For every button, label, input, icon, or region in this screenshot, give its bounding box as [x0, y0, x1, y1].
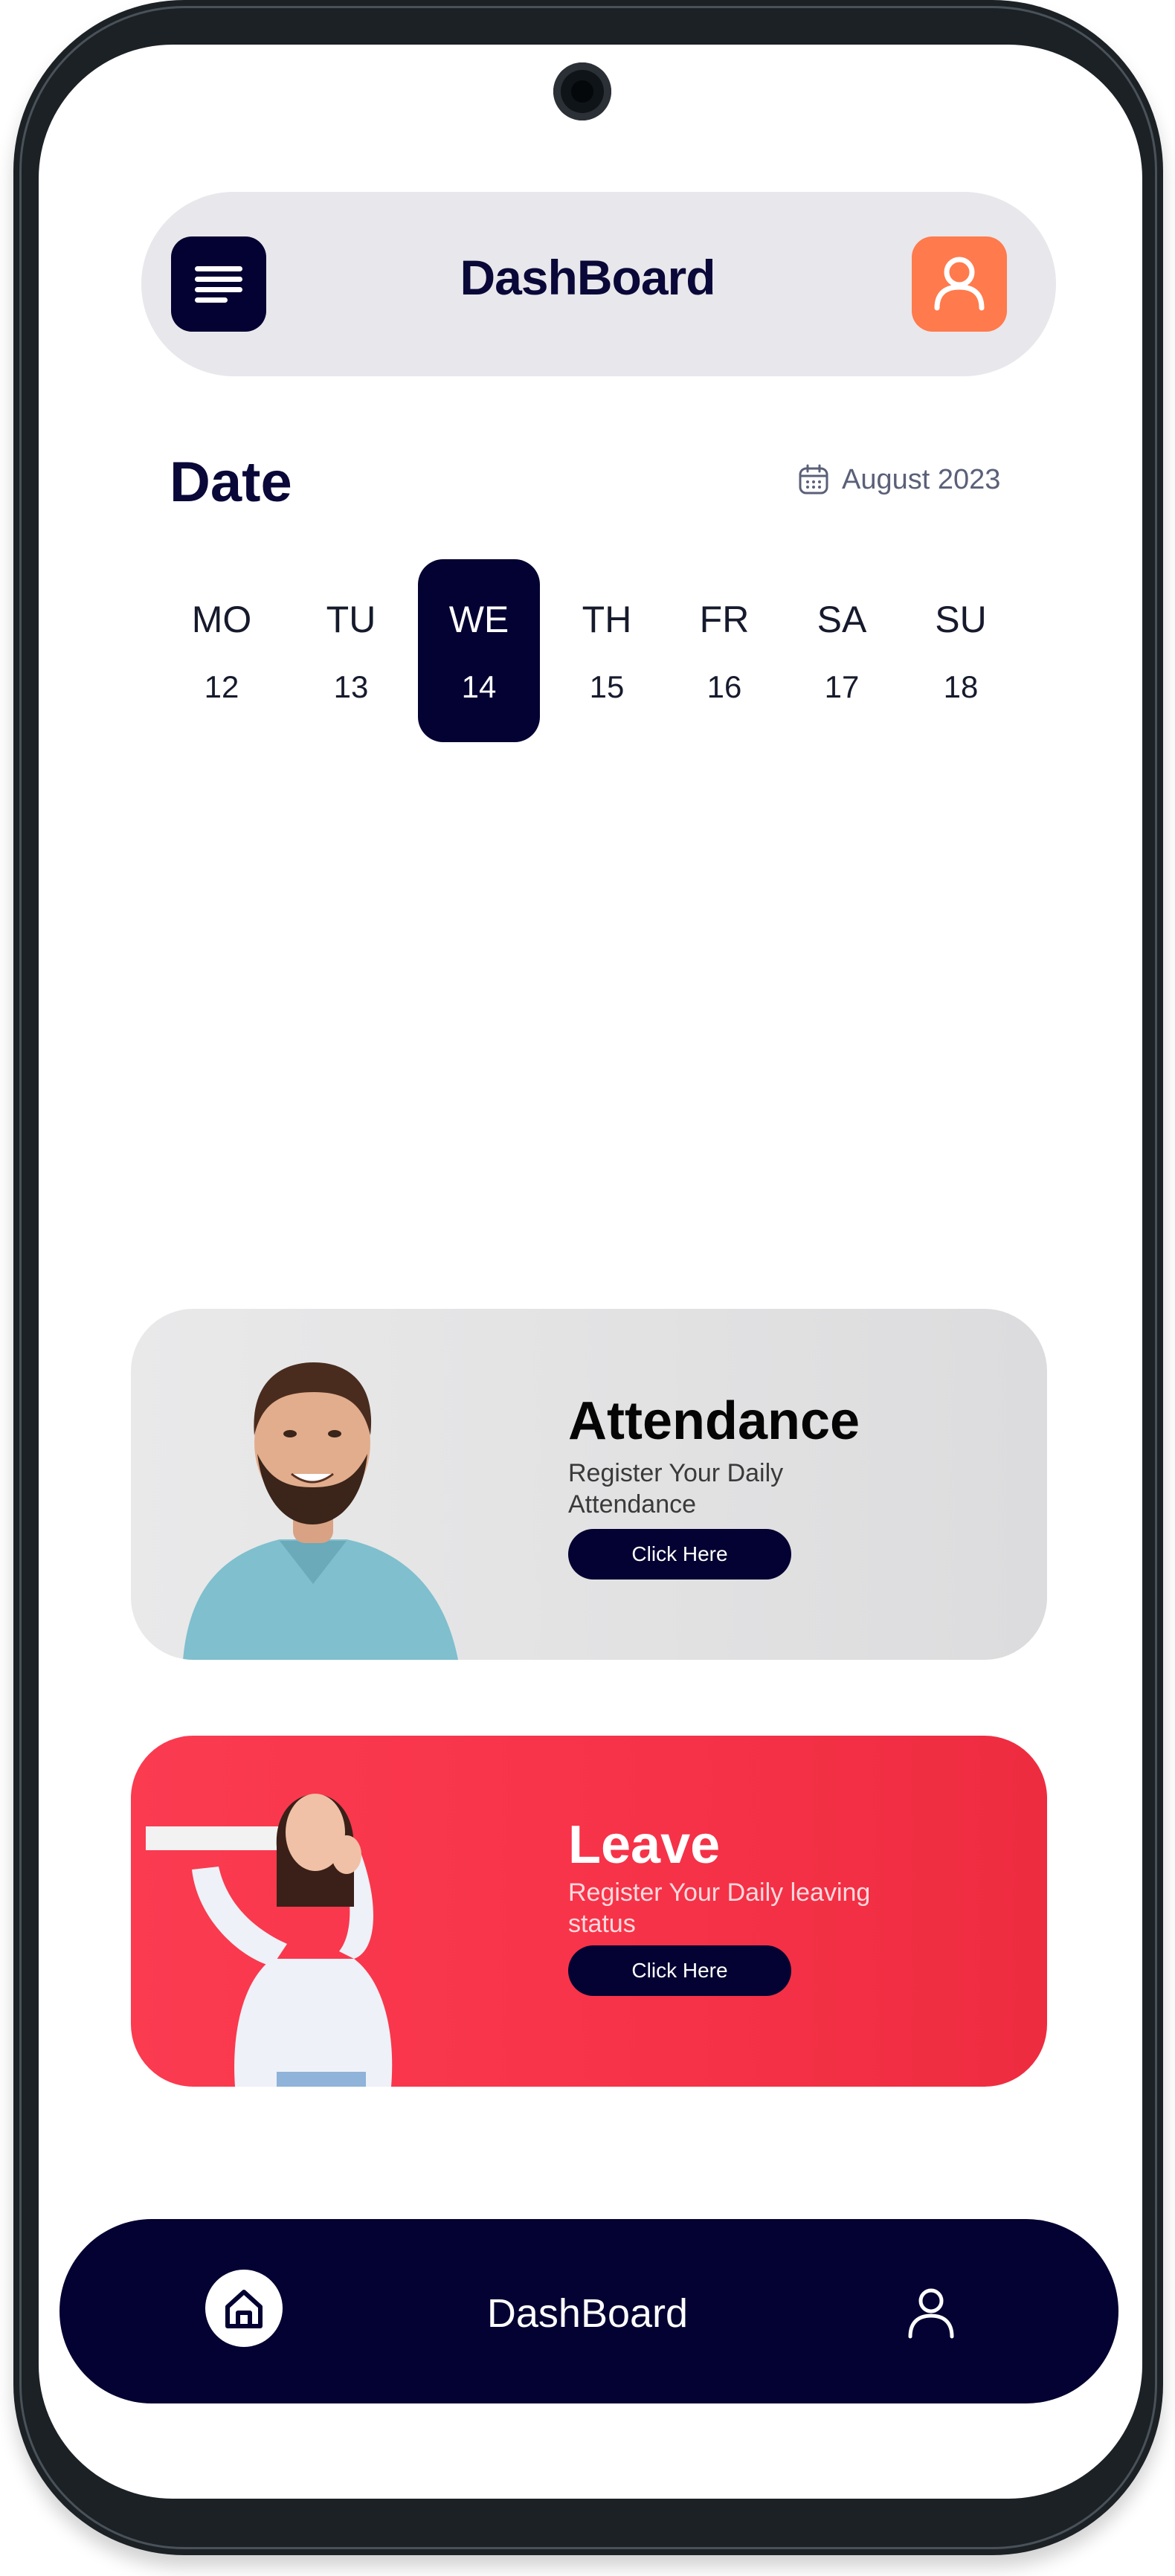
home-icon [225, 2290, 263, 2328]
day-name: FR [699, 599, 750, 640]
day-number: 18 [943, 669, 979, 704]
nav-title: DashBoard [486, 2291, 689, 2336]
attendance-card: Attendance Register Your Daily Attendanc… [131, 1309, 1047, 1660]
nav-profile-button[interactable] [903, 2283, 959, 2340]
attendance-subtitle: Register Your Daily Attendance [568, 1459, 784, 1519]
front-camera [553, 62, 611, 120]
day-name: TU [326, 599, 376, 640]
leave-title: Leave [568, 1815, 721, 1875]
leave-click-button[interactable]: Click Here [568, 1945, 791, 1996]
day-name: TH [582, 599, 632, 640]
day-name: SU [935, 599, 987, 640]
day-number: 16 [706, 669, 742, 704]
day-name: WE [448, 599, 509, 640]
leave-card: Leave Register Your Daily leaving status… [131, 1736, 1047, 2087]
day-name: SA [817, 599, 867, 640]
day-number: 12 [204, 669, 239, 704]
attendance-click-button[interactable]: Click Here [568, 1529, 791, 1580]
day-saturday[interactable]: SA 17 [781, 559, 903, 742]
calendar-icon [799, 464, 828, 495]
day-number: 13 [333, 669, 369, 704]
day-thursday[interactable]: TH 15 [546, 559, 668, 742]
month-label: August 2023 [842, 463, 1001, 495]
user-icon [908, 2288, 954, 2339]
day-monday[interactable]: MO 12 [161, 559, 283, 742]
man-photo [183, 1362, 458, 1660]
month-selector[interactable]: August 2023 [797, 463, 1000, 496]
day-friday[interactable]: FR 16 [663, 559, 785, 742]
phone-screen [39, 45, 1142, 2499]
day-tuesday[interactable]: TU 13 [290, 559, 412, 742]
day-sunday[interactable]: SU 18 [900, 559, 1022, 742]
home-button[interactable] [205, 2270, 283, 2347]
page-title: DashBoard [460, 250, 715, 305]
attendance-title: Attendance [568, 1391, 860, 1451]
day-wednesday-selected[interactable]: WE 14 [418, 559, 540, 742]
woman-photo [146, 1794, 393, 2087]
day-number: 17 [824, 669, 860, 704]
day-name: MO [191, 599, 252, 640]
leave-subtitle: Register Your Daily leaving status [568, 1878, 871, 1938]
day-number: 15 [589, 669, 625, 704]
profile-button[interactable] [912, 236, 1007, 332]
menu-button[interactable] [171, 236, 266, 332]
user-icon [934, 257, 985, 311]
day-number: 14 [461, 669, 497, 704]
date-heading: Date [170, 451, 292, 514]
